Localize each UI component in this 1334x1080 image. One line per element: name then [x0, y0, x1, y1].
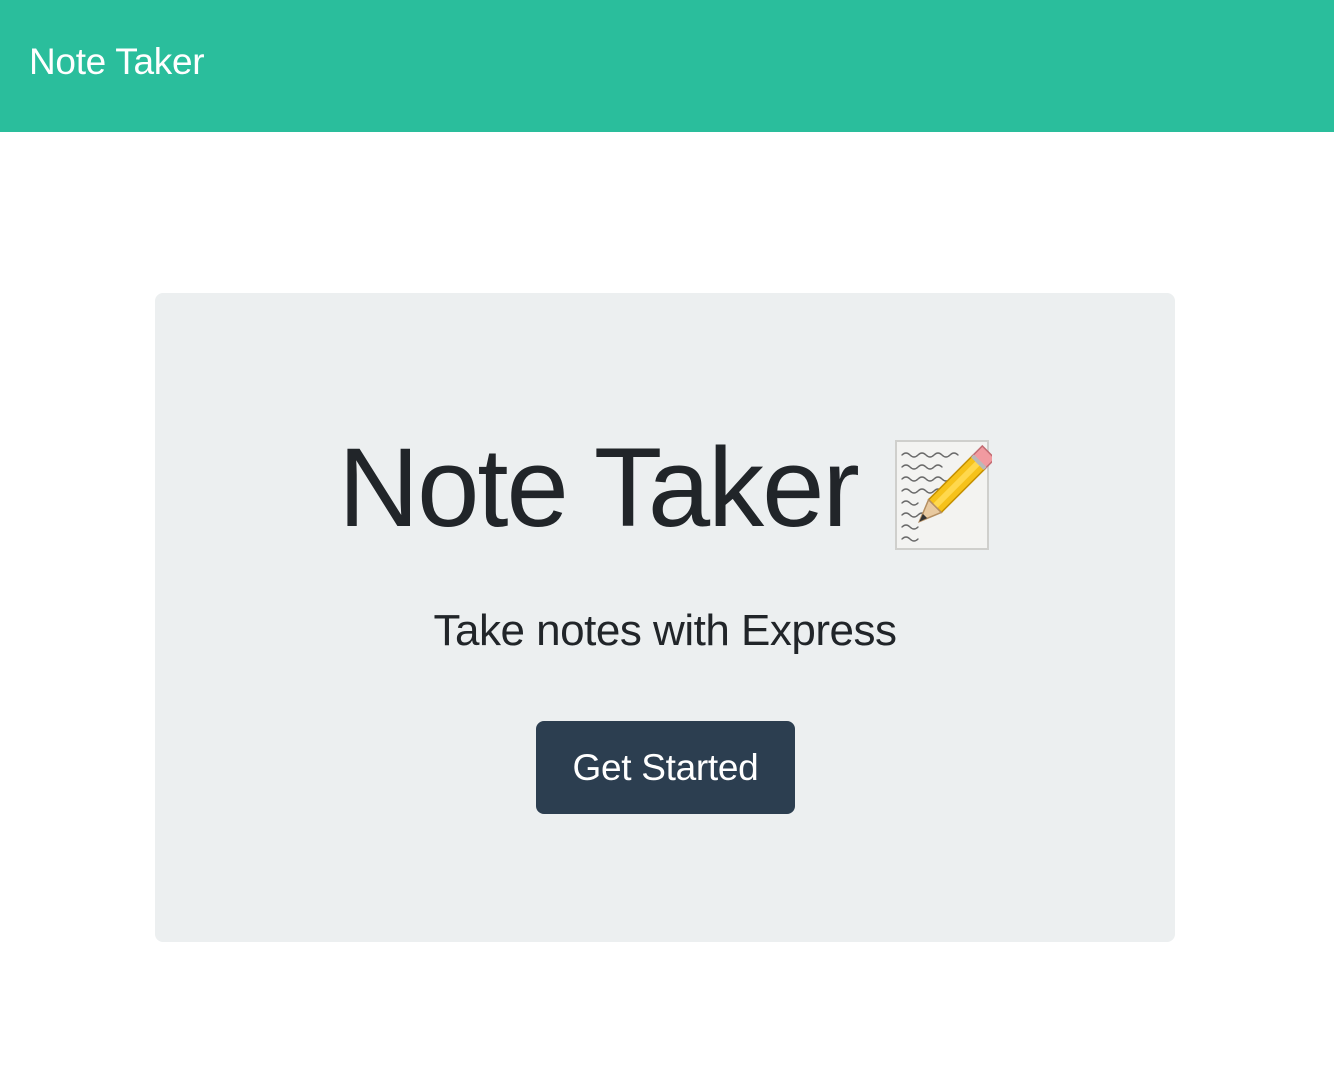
navbar: Note Taker: [0, 0, 1334, 132]
memo-icon: [882, 439, 996, 554]
hero-title-row: Note Taker: [155, 423, 1175, 553]
page-title: Note Taker: [338, 425, 860, 550]
get-started-button[interactable]: Get Started: [536, 721, 795, 814]
navbar-brand[interactable]: Note Taker: [29, 40, 205, 84]
hero-subtitle: Take notes with Express: [433, 606, 897, 655]
hero-jumbotron: Note Taker Take notes with Express Get S…: [155, 293, 1175, 942]
